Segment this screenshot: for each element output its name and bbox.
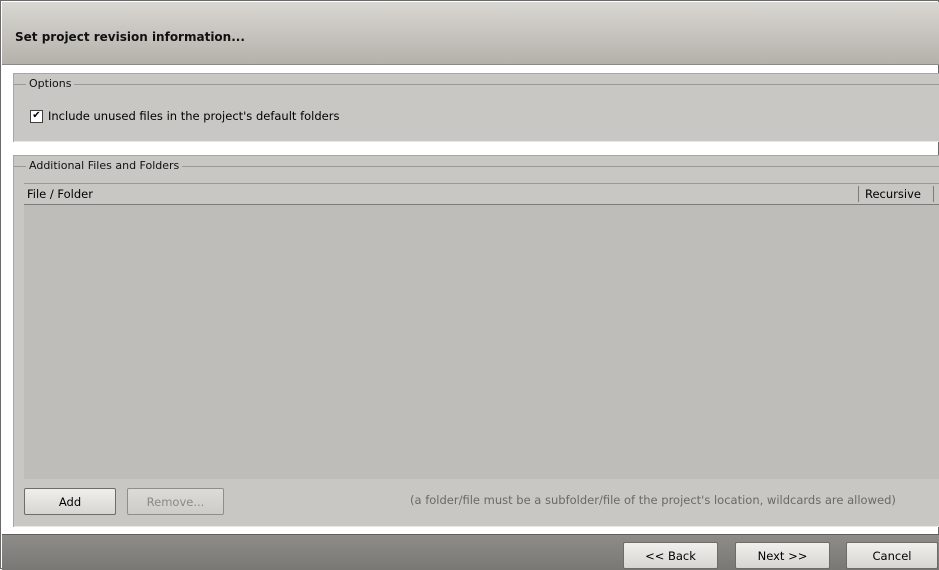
back-button[interactable]: << Back	[623, 542, 718, 569]
column-header-recursive[interactable]: Recursive	[865, 187, 921, 201]
options-group: Options ✔ Include unused files in the pr…	[13, 73, 939, 142]
options-group-border	[14, 84, 939, 85]
column-header-file-folder[interactable]: File / Folder	[27, 187, 93, 201]
options-legend: Options	[26, 77, 75, 90]
location-hint: (a folder/file must be a subfolder/file …	[410, 493, 896, 507]
options-group-bottom	[14, 141, 939, 142]
files-legend: Additional Files and Folders	[26, 159, 183, 172]
list-header: File / Folder Recursive	[24, 184, 939, 205]
checkmark-icon: ✔	[32, 110, 41, 121]
wizard-footer: << Back Next >> Cancel	[2, 534, 939, 570]
column-divider[interactable]	[933, 186, 934, 202]
wizard-header: Set project revision information...	[2, 2, 939, 65]
next-button[interactable]: Next >>	[735, 542, 830, 569]
remove-button[interactable]: Remove...	[127, 488, 224, 515]
cancel-button[interactable]: Cancel	[846, 542, 938, 569]
files-group-bottom	[14, 526, 939, 527]
remove-button-label: Remove...	[146, 494, 205, 509]
file-folder-list[interactable]: File / Folder Recursive	[24, 183, 939, 479]
include-unused-checkbox[interactable]: ✔	[30, 109, 43, 123]
column-divider[interactable]	[858, 186, 859, 202]
include-unused-label[interactable]: Include unused files in the project's de…	[48, 109, 339, 123]
include-unused-checkbox-row[interactable]: ✔ Include unused files in the project's …	[30, 109, 339, 123]
additional-files-group: Additional Files and Folders File / Fold…	[13, 155, 939, 527]
page-title: Set project revision information...	[15, 30, 245, 44]
wizard-window: Set project revision information... Opti…	[0, 0, 939, 570]
add-button[interactable]: Add	[24, 488, 116, 515]
